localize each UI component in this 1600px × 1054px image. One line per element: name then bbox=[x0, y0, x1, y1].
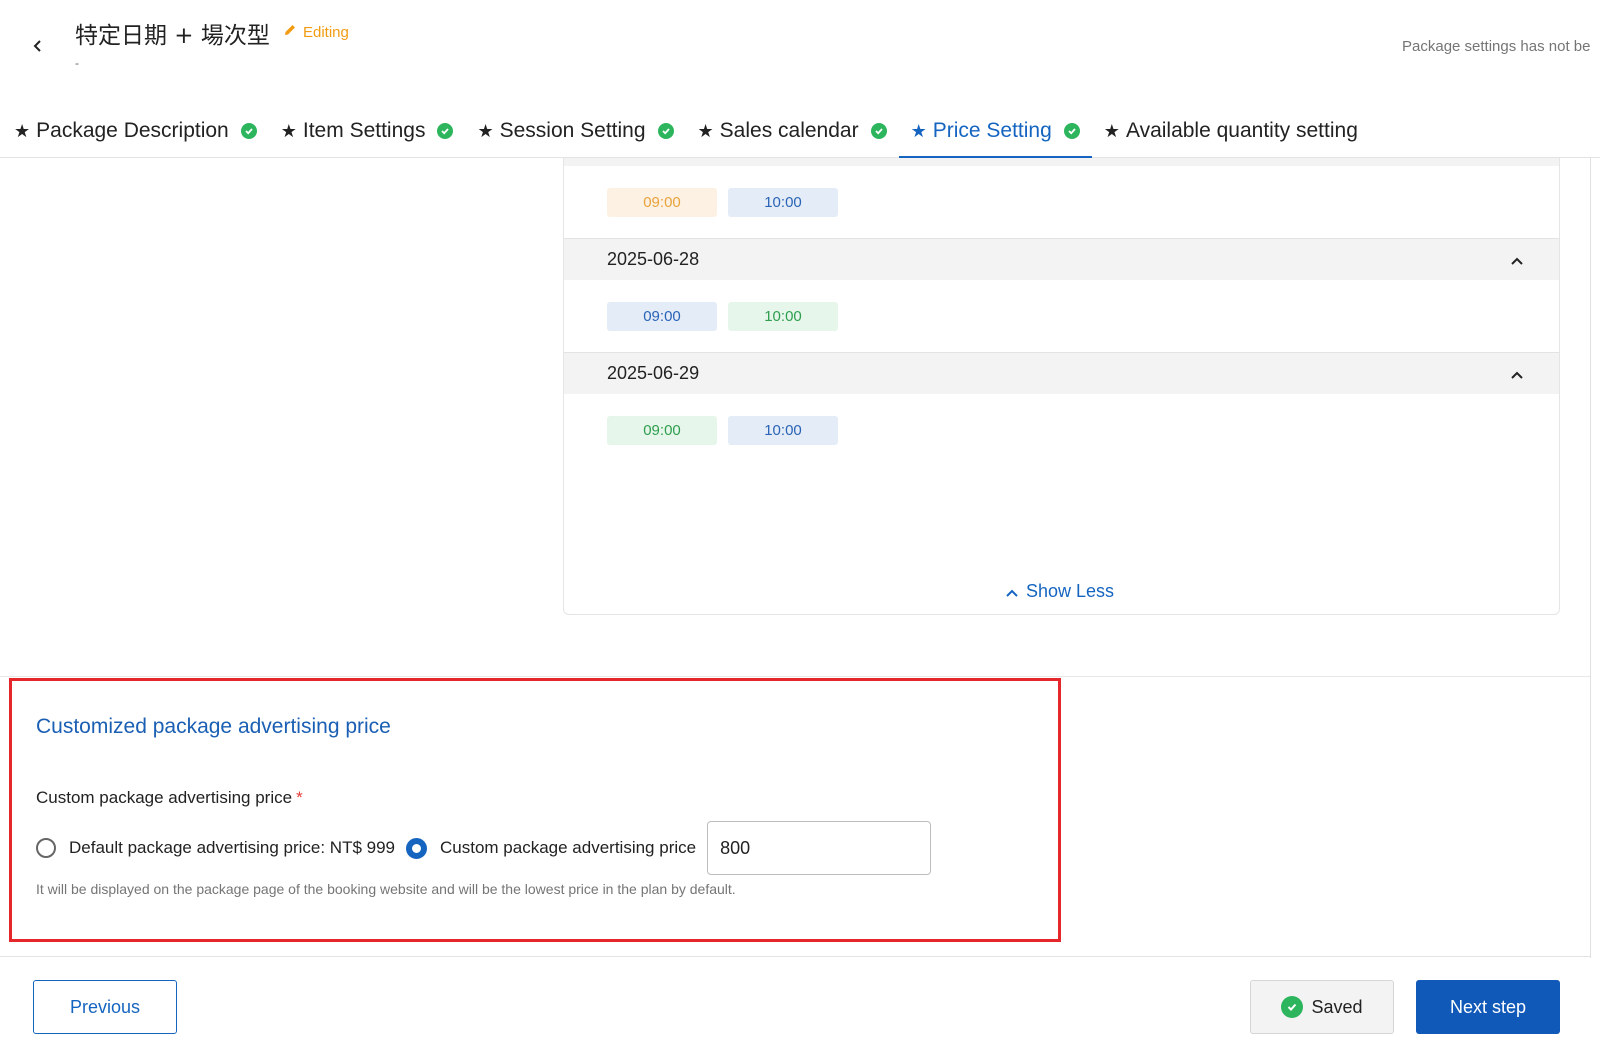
tab-label: Session Setting bbox=[499, 119, 646, 142]
tab-available-quantity-setting[interactable]: ★ Available quantity setting bbox=[1092, 104, 1370, 158]
star-icon: ★ bbox=[280, 120, 297, 141]
show-less-button[interactable]: Show Less bbox=[1006, 581, 1114, 602]
check-circle-icon bbox=[870, 123, 887, 139]
custom-price-radio[interactable] bbox=[406, 837, 428, 859]
check-circle-icon bbox=[240, 123, 257, 139]
section-divider bbox=[0, 676, 1590, 677]
pencil-icon bbox=[283, 23, 297, 41]
tab-label: Package Description bbox=[36, 119, 229, 142]
session-chip[interactable]: 09:00 bbox=[607, 188, 717, 217]
field-label-text: Custom package advertising price bbox=[36, 788, 293, 807]
main-content: 09:00 10:00 2025-06-28 09:00 10:00 2025-… bbox=[0, 158, 1600, 958]
session-chip[interactable]: 09:00 bbox=[607, 302, 717, 331]
tab-label: Available quantity setting bbox=[1125, 119, 1358, 142]
session-chip[interactable]: 10:00 bbox=[728, 302, 838, 331]
session-chip[interactable]: 10:00 bbox=[728, 416, 838, 445]
session-list-card: 09:00 10:00 2025-06-28 09:00 10:00 2025-… bbox=[563, 158, 1560, 615]
custom-price-input[interactable] bbox=[707, 821, 932, 875]
chevron-up-icon bbox=[1006, 581, 1018, 602]
default-price-radio[interactable] bbox=[36, 838, 56, 858]
tab-price-setting[interactable]: ★ Price Setting bbox=[898, 104, 1093, 158]
scrollbar-track[interactable] bbox=[1590, 158, 1591, 958]
date-header-partial bbox=[564, 158, 1559, 166]
tab-sales-calendar[interactable]: ★ Sales calendar bbox=[686, 104, 899, 158]
date-header[interactable]: 2025-06-28 bbox=[564, 238, 1559, 280]
footer-divider bbox=[0, 956, 1590, 957]
show-less-label: Show Less bbox=[1026, 581, 1115, 601]
page-header: 特定日期 + 場次型 Editing - Package settings ha… bbox=[0, 0, 1600, 158]
section-title: Customized package advertising price bbox=[36, 715, 391, 738]
star-icon: ★ bbox=[14, 120, 31, 141]
star-icon: ★ bbox=[477, 120, 494, 141]
previous-button[interactable]: Previous bbox=[33, 980, 177, 1034]
tab-label: Sales calendar bbox=[719, 119, 859, 142]
star-icon: ★ bbox=[1103, 120, 1120, 141]
advertising-price-section: Customized package advertising price Cus… bbox=[9, 678, 1061, 942]
session-times: 09:00 10:00 bbox=[607, 188, 838, 217]
next-step-button[interactable]: Next step bbox=[1416, 980, 1560, 1034]
tab-label: Item Settings bbox=[302, 119, 426, 142]
price-option-group: Default package advertising price: NT$ 9… bbox=[36, 821, 932, 875]
check-circle-icon bbox=[657, 123, 674, 139]
session-chip[interactable]: 09:00 bbox=[607, 416, 717, 445]
star-icon: ★ bbox=[697, 120, 714, 141]
field-label: Custom package advertising price * bbox=[36, 788, 303, 808]
editing-status: Editing bbox=[283, 23, 349, 41]
page-title: 特定日期 + 場次型 bbox=[75, 23, 270, 49]
check-circle-icon bbox=[1281, 996, 1304, 1018]
tab-package-description[interactable]: ★ Package Description bbox=[0, 104, 269, 158]
editing-label: Editing bbox=[303, 23, 349, 41]
custom-price-label[interactable]: Custom package advertising price bbox=[440, 838, 696, 858]
default-price-label[interactable]: Default package advertising price: NT$ 9… bbox=[69, 838, 395, 858]
chevron-up-icon[interactable] bbox=[1511, 249, 1523, 270]
star-icon: ★ bbox=[910, 120, 927, 141]
saved-label: Saved bbox=[1311, 996, 1363, 1017]
session-chip[interactable]: 10:00 bbox=[728, 188, 838, 217]
date-header[interactable]: 2025-06-29 bbox=[564, 352, 1559, 394]
required-mark: * bbox=[296, 788, 303, 807]
session-times: 09:00 10:00 bbox=[607, 302, 838, 331]
tab-label: Price Setting bbox=[932, 119, 1052, 142]
back-arrow-icon[interactable] bbox=[26, 34, 50, 58]
step-tabs: ★ Package Description ★ Item Settings ★ … bbox=[0, 104, 1370, 158]
chevron-up-icon[interactable] bbox=[1511, 363, 1523, 384]
check-circle-icon bbox=[437, 123, 454, 139]
page-footer: Previous Saved Next step bbox=[0, 958, 1600, 1054]
saved-button[interactable]: Saved bbox=[1250, 980, 1394, 1034]
tab-session-setting[interactable]: ★ Session Setting bbox=[465, 104, 685, 158]
unsaved-note: Package settings has not be bbox=[1402, 38, 1591, 55]
help-text: It will be displayed on the package page… bbox=[36, 881, 736, 897]
tab-item-settings[interactable]: ★ Item Settings bbox=[269, 104, 466, 158]
check-circle-icon bbox=[1063, 123, 1080, 139]
session-times: 09:00 10:00 bbox=[607, 416, 838, 445]
date-label: 2025-06-29 bbox=[607, 363, 700, 383]
date-label: 2025-06-28 bbox=[607, 249, 700, 269]
page-subtitle: - bbox=[75, 56, 79, 70]
